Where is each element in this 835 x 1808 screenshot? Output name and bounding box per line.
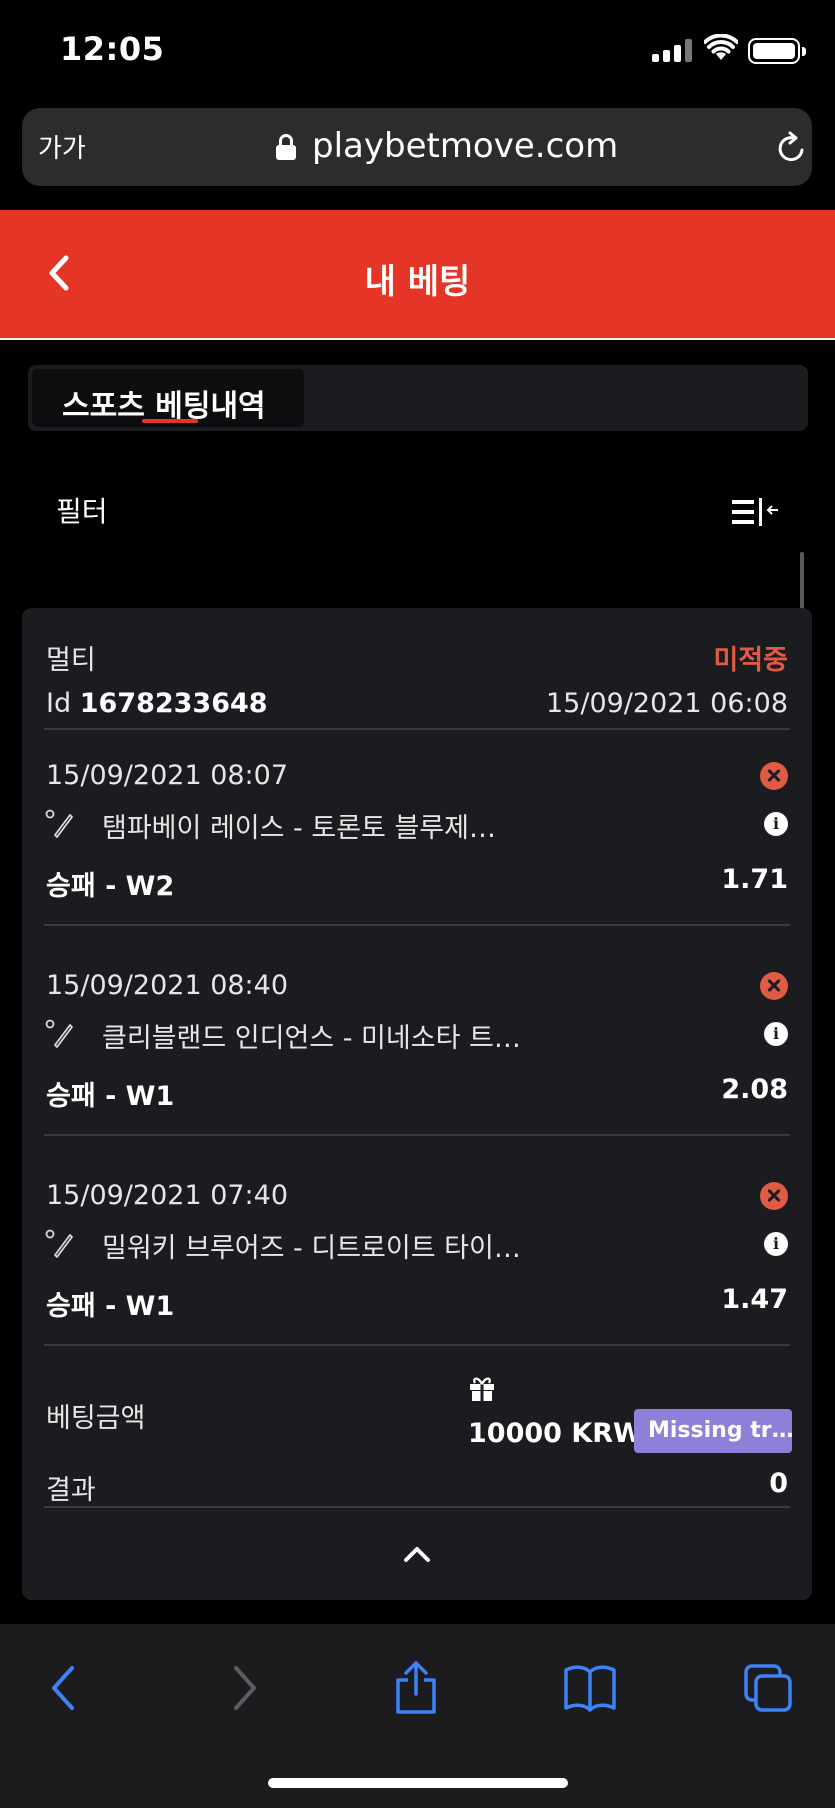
- stake-label: 베팅금액: [46, 1403, 146, 1434]
- odds: 1.71: [721, 864, 788, 895]
- share-icon[interactable]: [388, 1660, 444, 1716]
- bet-id: Id 1678233648: [46, 688, 268, 719]
- address-bar[interactable]: 가가 playbetmove.com: [22, 108, 812, 186]
- reload-icon[interactable]: [774, 130, 810, 166]
- wifi-icon: [704, 34, 738, 60]
- divider: [44, 1344, 790, 1346]
- bet-placed-date: 15/09/2021 06:08: [545, 688, 788, 719]
- page-title: 내 베팅: [364, 262, 471, 302]
- bet-type: 멀티: [46, 645, 96, 676]
- info-icon[interactable]: i: [764, 812, 788, 836]
- url-text[interactable]: playbetmove.com: [312, 126, 618, 166]
- divider: [44, 728, 790, 730]
- baseball-icon: [45, 809, 73, 838]
- bet-id-value: 1678233648: [79, 688, 268, 719]
- market-name: 승패 - W2: [46, 871, 175, 902]
- match-name: 탬파베이 레이스 - 토론토 블루제…: [102, 813, 496, 844]
- result-value: 0: [769, 1468, 788, 1499]
- status-time: 12:05: [60, 30, 165, 68]
- lock-icon: [276, 134, 296, 160]
- bonus-badge: Missing tr…: [634, 1409, 792, 1453]
- market-name: 승패 - W1: [46, 1081, 175, 1112]
- selection-datetime: 15/09/2021 08:40: [46, 970, 289, 1001]
- info-icon[interactable]: i: [764, 1022, 788, 1046]
- selection-datetime: 15/09/2021 07:40: [46, 1180, 289, 1211]
- browser-forward-icon[interactable]: [216, 1660, 272, 1716]
- home-indicator: [268, 1778, 568, 1788]
- chevron-up-icon[interactable]: [402, 1544, 432, 1564]
- result-label: 결과: [46, 1475, 96, 1506]
- lost-icon: [760, 1182, 788, 1210]
- match-name: 클리블랜드 인디언스 - 미네소타 트…: [102, 1023, 521, 1054]
- stake-amount: 10000 KRW: [468, 1418, 643, 1449]
- lost-icon: [760, 972, 788, 1000]
- tab-sports-bet-history[interactable]: 스포츠 베팅내역: [32, 369, 304, 427]
- match-name: 밀워키 브루어즈 - 디트로이트 타이…: [102, 1233, 521, 1264]
- baseball-icon: [45, 1229, 73, 1258]
- tabs-icon[interactable]: [740, 1660, 796, 1716]
- gift-icon: [470, 1377, 494, 1401]
- browser-back-icon[interactable]: [36, 1660, 92, 1716]
- reader-settings-button[interactable]: 가가: [38, 128, 86, 165]
- divider: [44, 1506, 790, 1508]
- odds: 1.47: [721, 1284, 788, 1315]
- info-icon[interactable]: i: [764, 1232, 788, 1256]
- app-header: 내 베팅: [0, 210, 835, 340]
- divider: [44, 1134, 790, 1136]
- bet-history-tabs: 스포츠 베팅내역: [28, 365, 808, 431]
- divider: [44, 924, 790, 926]
- status-bar: 12:05: [0, 0, 835, 100]
- bet-id-prefix: Id: [46, 688, 72, 719]
- odds: 2.08: [721, 1074, 788, 1105]
- selection-datetime: 15/09/2021 08:07: [46, 760, 289, 791]
- bet-card[interactable]: 멀티 미적중 Id 1678233648 15/09/2021 06:08 15…: [22, 608, 812, 1600]
- battery-icon: [748, 38, 806, 64]
- baseball-icon: [45, 1019, 73, 1048]
- bookmarks-icon[interactable]: [562, 1660, 618, 1716]
- bet-status: 미적중: [713, 645, 788, 676]
- lost-icon: [760, 762, 788, 790]
- filter-toggle-icon[interactable]: [732, 498, 778, 526]
- filter-label[interactable]: 필터: [56, 490, 108, 530]
- market-name: 승패 - W1: [46, 1291, 175, 1322]
- tab-active-indicator: [142, 419, 198, 423]
- cellular-signal-icon: [652, 38, 694, 62]
